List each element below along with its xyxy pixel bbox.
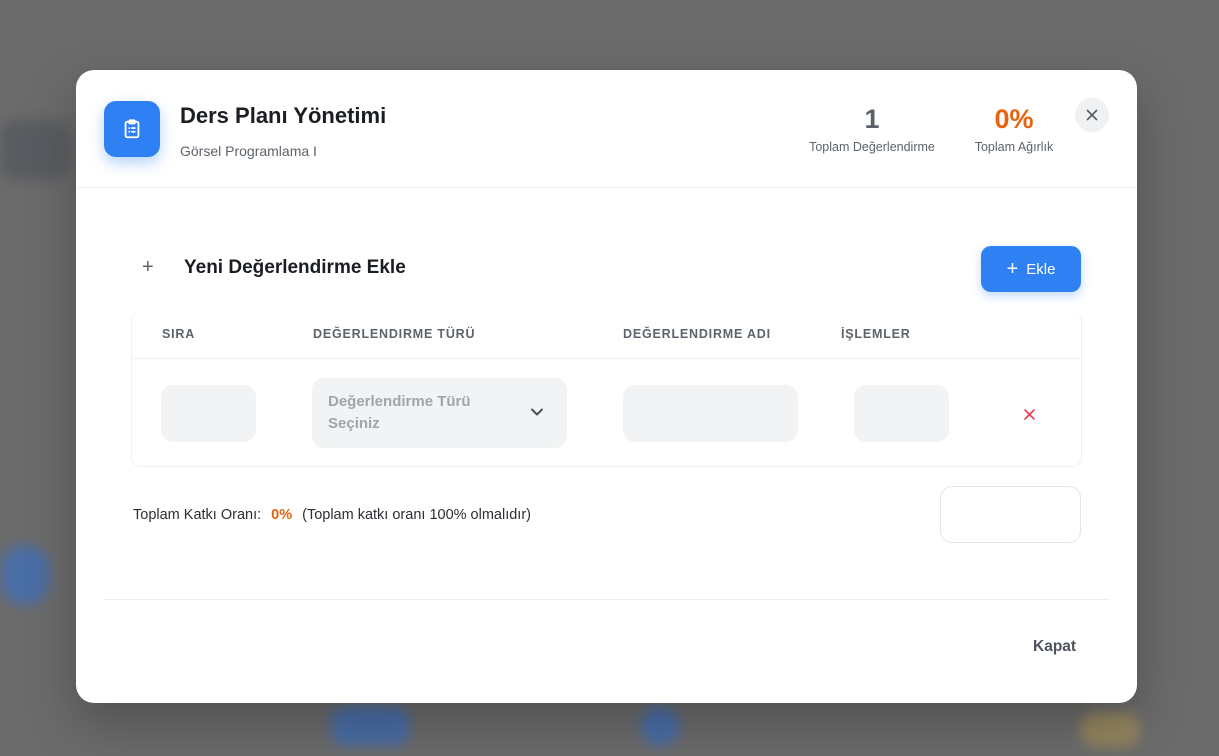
stat-total-label: Toplam Değerlendirme bbox=[809, 140, 935, 154]
evaluation-type-placeholder: Değerlendirme Türü Seçiniz bbox=[328, 393, 471, 432]
close-icon bbox=[1086, 109, 1098, 121]
close-button[interactable] bbox=[1075, 98, 1109, 132]
stat-total-value: 1 bbox=[864, 104, 880, 134]
background-blob bbox=[330, 706, 410, 746]
total-contribution-value: 0% bbox=[271, 507, 293, 523]
modal-header: Ders Planı Yönetimi Görsel Programlama I… bbox=[76, 70, 1137, 188]
add-button-label: Ekle bbox=[1026, 260, 1056, 278]
column-header-name: DEĞERLENDIRME ADI bbox=[623, 327, 771, 341]
close-icon bbox=[1023, 408, 1035, 420]
plus-icon: + bbox=[1006, 258, 1019, 280]
evaluation-weight-input[interactable] bbox=[854, 385, 949, 442]
modal-title: Ders Planı Yönetimi bbox=[180, 103, 387, 128]
column-header-actions: İŞLEMLER bbox=[841, 327, 911, 341]
chevron-down-icon bbox=[531, 408, 543, 416]
table-header: SIRA DEĞERLENDIRME TÜRÜ DEĞERLENDIRME AD… bbox=[132, 310, 1081, 359]
stat-weight-value: 0% bbox=[994, 104, 1034, 134]
background-blob bbox=[640, 706, 680, 746]
stat-total-evaluations: 1 Toplam Değerlendirme bbox=[796, 104, 948, 154]
delete-row-button[interactable] bbox=[1020, 405, 1038, 423]
total-contribution-label: Toplam Katkı Oranı: bbox=[133, 507, 262, 523]
stat-total-weight: 0% Toplam Ağırlık bbox=[964, 104, 1064, 154]
background-blob bbox=[0, 120, 70, 180]
ders-plani-modal: Ders Planı Yönetimi Görsel Programlama I… bbox=[76, 70, 1137, 703]
close-modal-button[interactable]: Kapat bbox=[1033, 638, 1076, 656]
column-header-sira: SIRA bbox=[162, 327, 196, 341]
background-blob bbox=[1080, 712, 1140, 747]
evaluation-name-input[interactable] bbox=[623, 385, 798, 442]
evaluation-table: SIRA DEĞERLENDIRME TÜRÜ DEĞERLENDIRME AD… bbox=[131, 310, 1082, 467]
course-name: Görsel Programlama I bbox=[180, 143, 317, 159]
column-header-type: DEĞERLENDIRME TÜRÜ bbox=[313, 327, 476, 341]
add-evaluation-button[interactable]: + Ekle bbox=[981, 246, 1081, 292]
sira-input[interactable] bbox=[161, 385, 256, 442]
section-title: Yeni Değerlendirme Ekle bbox=[184, 257, 406, 278]
stat-weight-label: Toplam Ağırlık bbox=[974, 140, 1054, 154]
total-contribution-note: (Toplam katkı oranı 100% olmalıdır) bbox=[302, 507, 531, 523]
clipboard-icon bbox=[104, 101, 160, 157]
expand-plus-icon[interactable]: + bbox=[142, 257, 154, 277]
total-contribution: Toplam Katkı Oranı: 0% (Toplam katkı ora… bbox=[133, 507, 531, 523]
total-contribution-input[interactable] bbox=[940, 486, 1081, 543]
evaluation-type-select[interactable]: Değerlendirme Türü Seçiniz bbox=[312, 378, 567, 448]
footer-divider bbox=[104, 599, 1110, 600]
background-blob bbox=[0, 545, 50, 605]
